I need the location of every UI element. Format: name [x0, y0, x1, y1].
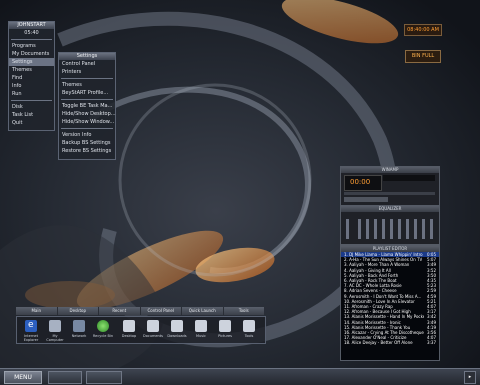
- start-item-info[interactable]: Info: [9, 82, 54, 90]
- start-item-find[interactable]: Find: [9, 74, 54, 82]
- start-menu: JOHNSTART 05:40 Programs My Documents Se…: [8, 21, 55, 131]
- start-item-documents[interactable]: My Documents: [9, 50, 54, 58]
- my-computer-icon[interactable]: [49, 320, 61, 332]
- winamp-main-window[interactable]: WINAMP 00:00: [340, 166, 440, 206]
- folder-icon[interactable]: [123, 320, 135, 332]
- divider: [61, 128, 113, 129]
- start-item-disk[interactable]: Disk: [9, 103, 54, 111]
- start-item-run[interactable]: Run: [9, 90, 54, 98]
- settings-menu-title: Settings: [59, 53, 115, 60]
- menu-button[interactable]: MENU: [4, 371, 42, 384]
- network-icon[interactable]: [73, 320, 85, 332]
- start-item-programs[interactable]: Programs: [9, 42, 54, 50]
- winamp-seek-bar[interactable]: [344, 192, 435, 195]
- equalizer-sliders[interactable]: [342, 213, 438, 243]
- equalizer-title: EQUALIZER: [341, 206, 439, 212]
- settings-item-themes[interactable]: Themes: [59, 81, 115, 89]
- icon-label: Internet Explorer: [23, 334, 39, 342]
- winamp-display: 00:00: [344, 175, 382, 191]
- folder-icon[interactable]: [219, 320, 231, 332]
- winamp-time: 00:00: [350, 178, 371, 186]
- settings-item-toggle-task-manager[interactable]: Toggle BE Task Ma...: [59, 102, 115, 110]
- winamp-equalizer[interactable]: EQUALIZER: [340, 205, 440, 245]
- tab-control-panel[interactable]: Control Panel: [140, 307, 182, 315]
- folder-icon[interactable]: [147, 320, 159, 332]
- divider: [61, 78, 113, 79]
- winamp-controls[interactable]: [344, 197, 388, 202]
- tab-recent[interactable]: Recent: [99, 307, 141, 315]
- settings-item-backup[interactable]: Backup BS Settings: [59, 139, 115, 147]
- start-menu-title: JOHNSTART: [9, 22, 54, 29]
- icon-label: My Computer: [46, 334, 64, 342]
- taskbar-task[interactable]: [48, 371, 82, 384]
- tab-desktop[interactable]: Desktop: [57, 307, 99, 315]
- tab-tools[interactable]: Tools: [223, 307, 264, 315]
- winamp-title: WINAMP: [341, 167, 439, 173]
- folder-icon[interactable]: [171, 320, 183, 332]
- playlist-row[interactable]: 18. Alice Deejay - Better Off Alone 3:37: [341, 340, 439, 345]
- recycle-bin-icon[interactable]: [97, 320, 109, 332]
- internet-explorer-icon[interactable]: e: [25, 320, 37, 332]
- winamp-song-display: [383, 175, 435, 181]
- tab-main[interactable]: Main: [16, 307, 58, 315]
- playlist-list: 1. DJ Mike Llama - Llama Whippin' Intro 0…: [341, 252, 439, 346]
- settings-item-hide-desktop[interactable]: Hide/Show Desktop...: [59, 110, 116, 118]
- settings-item-restore[interactable]: Restore BS Settings: [59, 147, 115, 155]
- icon-label: Pictures: [218, 334, 232, 338]
- winamp-playlist[interactable]: PLAYLIST EDITOR 1. DJ Mike Llama - Llama…: [340, 245, 440, 361]
- divider: [61, 99, 113, 100]
- launch-bar: e Internet Explorer My Computer Network …: [16, 316, 266, 344]
- icon-label: Network: [71, 334, 87, 338]
- recycle-bin-widget[interactable]: BIN FULL: [405, 50, 441, 63]
- icon-label: Documents: [143, 334, 163, 338]
- settings-item-printers[interactable]: Printers: [59, 68, 115, 76]
- settings-item-version-info[interactable]: Version Info: [59, 131, 115, 139]
- icon-label: Recycle Bin: [92, 334, 114, 338]
- playlist-track-title: 18. Alice Deejay - Better Off Alone: [344, 340, 413, 346]
- tab-quick-launch[interactable]: Quick Launch: [182, 307, 224, 315]
- playlist-track-duration: 3:37: [427, 340, 436, 346]
- tray-menu-icon[interactable]: ▸: [464, 371, 476, 384]
- folder-icon[interactable]: [195, 320, 207, 332]
- divider: [11, 39, 52, 40]
- settings-item-profile[interactable]: BeyStART Profile...: [59, 89, 115, 97]
- icon-label: Music: [196, 334, 206, 338]
- start-item-settings[interactable]: Settings: [9, 58, 54, 66]
- icon-label: Downloads: [167, 334, 187, 338]
- desktop-clock: 08:40:00 AM: [404, 24, 442, 36]
- start-menu-time: 05:40: [24, 30, 39, 36]
- settings-submenu: Settings Control Panel Printers Themes B…: [58, 52, 116, 160]
- icon-label: Desktop: [121, 334, 137, 338]
- start-item-themes[interactable]: Themes: [9, 66, 54, 74]
- settings-item-control-panel[interactable]: Control Panel: [59, 60, 115, 68]
- folder-icon[interactable]: [243, 320, 255, 332]
- taskbar: MENU ▸: [0, 368, 480, 385]
- taskbar-task[interactable]: [86, 371, 122, 384]
- settings-item-hide-window[interactable]: Hide/Show Window...: [59, 118, 115, 126]
- start-item-quit[interactable]: Quit: [9, 119, 54, 127]
- divider: [11, 100, 52, 101]
- launch-tabs: Main Desktop Recent Control Panel Quick …: [16, 307, 264, 315]
- icon-label: Tools: [244, 334, 254, 338]
- start-item-task-list[interactable]: Task List: [9, 111, 54, 119]
